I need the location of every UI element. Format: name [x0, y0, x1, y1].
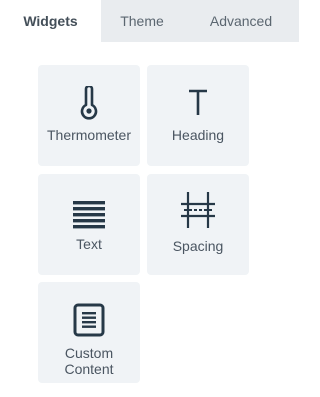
- widget-label: Heading: [171, 127, 225, 143]
- widget-label: Custom Content: [64, 345, 114, 377]
- tab-advanced[interactable]: Advanced: [183, 0, 299, 42]
- tab-bar: Widgets Theme Advanced: [0, 0, 299, 42]
- widget-spacing[interactable]: Spacing: [147, 174, 249, 275]
- widget-label: Thermometer: [46, 127, 132, 143]
- custom-content-icon: [38, 302, 140, 338]
- thermometer-icon: [38, 85, 140, 121]
- tab-theme[interactable]: Theme: [101, 0, 183, 42]
- widget-custom-content[interactable]: Custom Content: [38, 282, 140, 383]
- widget-heading[interactable]: Heading: [147, 65, 249, 166]
- spacing-icon: [147, 192, 249, 228]
- widget-text[interactable]: Text: [38, 174, 140, 275]
- widget-label: Spacing: [172, 238, 224, 254]
- widget-label: Text: [76, 236, 102, 252]
- text-lines-icon: [38, 196, 140, 232]
- heading-icon: [147, 85, 249, 121]
- widget-thermometer[interactable]: Thermometer: [38, 65, 140, 166]
- tab-widgets[interactable]: Widgets: [0, 0, 101, 42]
